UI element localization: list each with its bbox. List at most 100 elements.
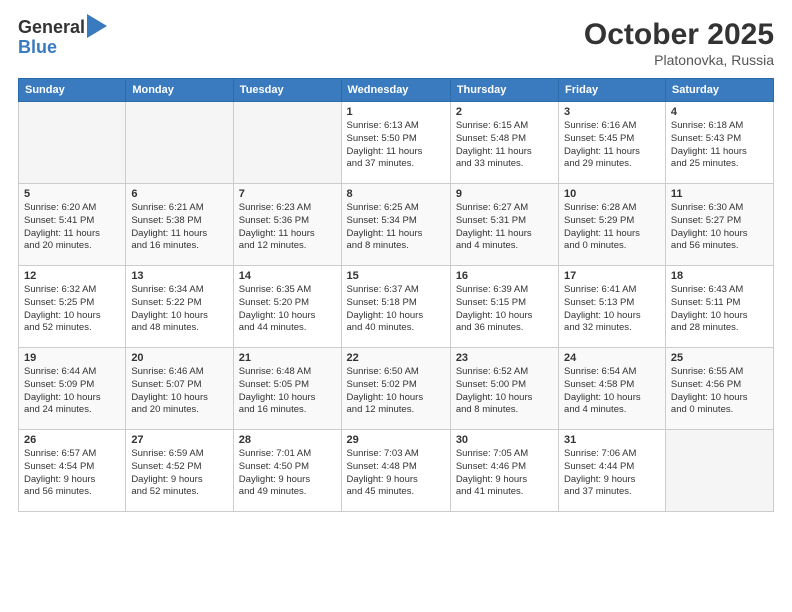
day-number: 28 — [239, 434, 336, 446]
day-info: Sunrise: 7:03 AM Sunset: 4:48 PM Dayligh… — [347, 448, 445, 499]
day-number: 27 — [131, 434, 227, 446]
col-friday: Friday — [559, 79, 666, 102]
table-row: 7 Sunrise: 6:23 AM Sunset: 5:36 PM Daylig… — [233, 184, 341, 266]
calendar-week-row: 12 Sunrise: 6:32 AM Sunset: 5:25 PM Dayli… — [19, 266, 774, 348]
day-number: 17 — [564, 270, 660, 282]
day-number: 6 — [131, 188, 227, 200]
day-number: 1 — [347, 106, 445, 118]
table-row: 27 Sunrise: 6:59 AM Sunset: 4:52 PM Dayli… — [126, 430, 233, 512]
day-number: 4 — [671, 106, 768, 118]
calendar-week-row: 26 Sunrise: 6:57 AM Sunset: 4:54 PM Dayli… — [19, 430, 774, 512]
day-number: 26 — [24, 434, 120, 446]
day-number: 3 — [564, 106, 660, 118]
table-row: 4 Sunrise: 6:18 AM Sunset: 5:43 PM Daylig… — [665, 102, 773, 184]
day-number: 14 — [239, 270, 336, 282]
day-info: Sunrise: 6:54 AM Sunset: 4:58 PM Dayligh… — [564, 366, 660, 417]
day-info: Sunrise: 6:23 AM Sunset: 5:36 PM Dayligh… — [239, 202, 336, 253]
day-number: 13 — [131, 270, 227, 282]
logo: General Blue — [18, 18, 107, 58]
day-info: Sunrise: 6:32 AM Sunset: 5:25 PM Dayligh… — [24, 284, 120, 335]
day-number: 5 — [24, 188, 120, 200]
calendar-header-row: Sunday Monday Tuesday Wednesday Thursday… — [19, 79, 774, 102]
day-info: Sunrise: 6:18 AM Sunset: 5:43 PM Dayligh… — [671, 120, 768, 171]
day-info: Sunrise: 6:43 AM Sunset: 5:11 PM Dayligh… — [671, 284, 768, 335]
table-row: 19 Sunrise: 6:44 AM Sunset: 5:09 PM Dayli… — [19, 348, 126, 430]
day-info: Sunrise: 6:16 AM Sunset: 5:45 PM Dayligh… — [564, 120, 660, 171]
table-row: 1 Sunrise: 6:13 AM Sunset: 5:50 PM Daylig… — [341, 102, 450, 184]
table-row — [19, 102, 126, 184]
table-row: 14Sunrise: 6:35 AM Sunset: 5:20 PM Dayli… — [233, 266, 341, 348]
logo-general: General — [18, 18, 85, 38]
day-info: Sunrise: 7:06 AM Sunset: 4:44 PM Dayligh… — [564, 448, 660, 499]
day-number: 16 — [456, 270, 553, 282]
table-row: 21Sunrise: 6:48 AM Sunset: 5:05 PM Dayli… — [233, 348, 341, 430]
day-number: 9 — [456, 188, 553, 200]
table-row: 2 Sunrise: 6:15 AM Sunset: 5:48 PM Daylig… — [450, 102, 558, 184]
table-row — [233, 102, 341, 184]
table-row: 25 Sunrise: 6:55 AM Sunset: 4:56 PM Dayli… — [665, 348, 773, 430]
title-section: October 2025 Platonovka, Russia — [584, 18, 774, 68]
day-number: 24 — [564, 352, 660, 364]
table-row: 30 Sunrise: 7:05 AM Sunset: 4:46 PM Dayli… — [450, 430, 558, 512]
location: Platonovka, Russia — [584, 52, 774, 68]
table-row: 24 Sunrise: 6:54 AM Sunset: 4:58 PM Dayli… — [559, 348, 666, 430]
calendar-week-row: 19 Sunrise: 6:44 AM Sunset: 5:09 PM Dayli… — [19, 348, 774, 430]
table-row: 20 Sunrise: 6:46 AM Sunset: 5:07 PM Dayli… — [126, 348, 233, 430]
day-info: Sunrise: 6:52 AM Sunset: 5:00 PM Dayligh… — [456, 366, 553, 417]
day-info: Sunrise: 7:05 AM Sunset: 4:46 PM Dayligh… — [456, 448, 553, 499]
day-number: 29 — [347, 434, 445, 446]
day-number: 31 — [564, 434, 660, 446]
day-info: Sunrise: 6:21 AM Sunset: 5:38 PM Dayligh… — [131, 202, 227, 253]
day-info: Sunrise: 6:41 AM Sunset: 5:13 PM Dayligh… — [564, 284, 660, 335]
day-number: 18 — [671, 270, 768, 282]
page-container: General Blue October 2025 Platonovka, Ru… — [0, 0, 792, 612]
table-row — [665, 430, 773, 512]
day-info: Sunrise: 6:34 AM Sunset: 5:22 PM Dayligh… — [131, 284, 227, 335]
day-info: Sunrise: 6:48 AM Sunset: 5:05 PM Dayligh… — [239, 366, 336, 417]
day-number: 7 — [239, 188, 336, 200]
table-row: 26 Sunrise: 6:57 AM Sunset: 4:54 PM Dayli… — [19, 430, 126, 512]
col-sunday: Sunday — [19, 79, 126, 102]
day-info: Sunrise: 7:01 AM Sunset: 4:50 PM Dayligh… — [239, 448, 336, 499]
day-info: Sunrise: 6:50 AM Sunset: 5:02 PM Dayligh… — [347, 366, 445, 417]
table-row: 23Sunrise: 6:52 AM Sunset: 5:00 PM Dayli… — [450, 348, 558, 430]
table-row: 5 Sunrise: 6:20 AM Sunset: 5:41 PM Daylig… — [19, 184, 126, 266]
day-number: 8 — [347, 188, 445, 200]
logo-text: General Blue — [18, 18, 107, 58]
day-number: 15 — [347, 270, 445, 282]
day-number: 2 — [456, 106, 553, 118]
day-number: 11 — [671, 188, 768, 200]
table-row — [126, 102, 233, 184]
table-row: 16 Sunrise: 6:39 AM Sunset: 5:15 PM Dayli… — [450, 266, 558, 348]
table-row: 3 Sunrise: 6:16 AM Sunset: 5:45 PM Daylig… — [559, 102, 666, 184]
day-info: Sunrise: 6:39 AM Sunset: 5:15 PM Dayligh… — [456, 284, 553, 335]
logo-blue: Blue — [18, 38, 107, 58]
day-number: 30 — [456, 434, 553, 446]
day-info: Sunrise: 6:55 AM Sunset: 4:56 PM Dayligh… — [671, 366, 768, 417]
day-info: Sunrise: 6:28 AM Sunset: 5:29 PM Dayligh… — [564, 202, 660, 253]
table-row: 8Sunrise: 6:25 AM Sunset: 5:34 PM Daylig… — [341, 184, 450, 266]
day-number: 19 — [24, 352, 120, 364]
calendar-table: Sunday Monday Tuesday Wednesday Thursday… — [18, 78, 774, 512]
day-info: Sunrise: 6:27 AM Sunset: 5:31 PM Dayligh… — [456, 202, 553, 253]
col-tuesday: Tuesday — [233, 79, 341, 102]
col-thursday: Thursday — [450, 79, 558, 102]
day-number: 25 — [671, 352, 768, 364]
day-info: Sunrise: 6:20 AM Sunset: 5:41 PM Dayligh… — [24, 202, 120, 253]
day-number: 20 — [131, 352, 227, 364]
day-info: Sunrise: 6:44 AM Sunset: 5:09 PM Dayligh… — [24, 366, 120, 417]
month-title: October 2025 — [584, 18, 774, 52]
day-info: Sunrise: 6:15 AM Sunset: 5:48 PM Dayligh… — [456, 120, 553, 171]
day-info: Sunrise: 6:59 AM Sunset: 4:52 PM Dayligh… — [131, 448, 227, 499]
table-row: 17 Sunrise: 6:41 AM Sunset: 5:13 PM Dayli… — [559, 266, 666, 348]
day-info: Sunrise: 6:46 AM Sunset: 5:07 PM Dayligh… — [131, 366, 227, 417]
table-row: 18 Sunrise: 6:43 AM Sunset: 5:11 PM Dayli… — [665, 266, 773, 348]
day-info: Sunrise: 6:13 AM Sunset: 5:50 PM Dayligh… — [347, 120, 445, 171]
day-number: 12 — [24, 270, 120, 282]
logo-icon — [87, 14, 107, 38]
col-wednesday: Wednesday — [341, 79, 450, 102]
day-info: Sunrise: 6:57 AM Sunset: 4:54 PM Dayligh… — [24, 448, 120, 499]
day-number: 22 — [347, 352, 445, 364]
table-row: 31 Sunrise: 7:06 AM Sunset: 4:44 PM Dayli… — [559, 430, 666, 512]
col-monday: Monday — [126, 79, 233, 102]
